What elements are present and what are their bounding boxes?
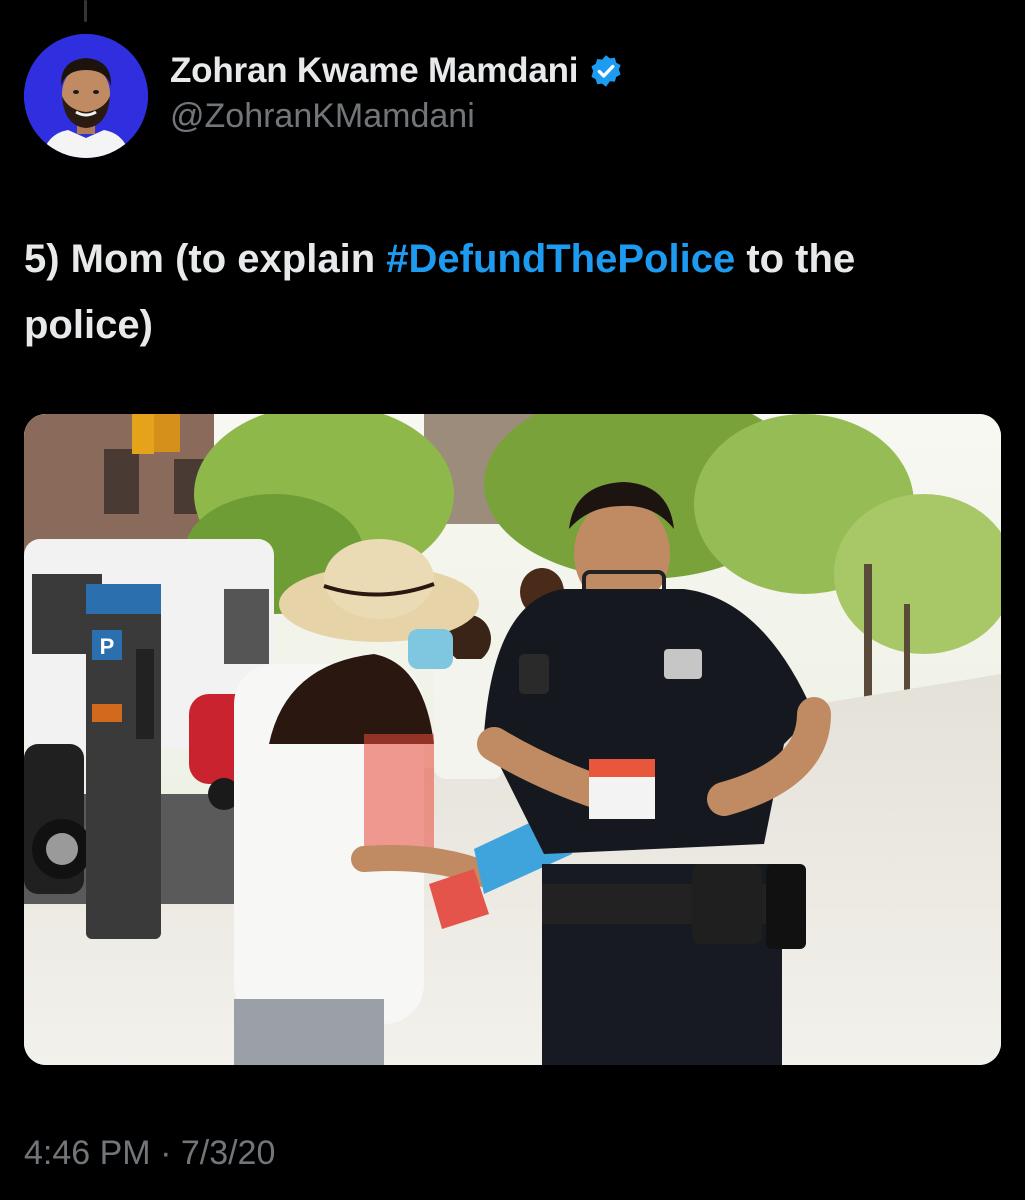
avatar[interactable] xyxy=(24,34,148,158)
hashtag-link[interactable]: #DefundThePolice xyxy=(386,237,735,281)
name-row: Zohran Kwame Mamdani xyxy=(170,51,624,91)
parking-sign-text: P xyxy=(100,634,115,659)
tweet-date: 7/3/20 xyxy=(180,1134,276,1172)
display-name[interactable]: Zohran Kwame Mamdani xyxy=(170,51,578,91)
tweet-timestamp[interactable]: 4:46 PM · 7/3/20 xyxy=(24,1134,275,1173)
tweet-text: 5) Mom (to explain #DefundThePolice to t… xyxy=(24,226,984,358)
verified-badge-icon xyxy=(588,53,624,89)
author-handle[interactable]: @ZohranKMamdani xyxy=(170,97,624,136)
author-names: Zohran Kwame Mamdani @ZohranKMamdani xyxy=(170,51,624,136)
tweet-header: Zohran Kwame Mamdani @ZohranKMamdani xyxy=(24,34,624,158)
tweet-time: 4:46 PM xyxy=(24,1134,151,1172)
tweet-text-before: 5) Mom (to explain xyxy=(24,237,387,281)
thread-connector-line xyxy=(84,0,87,22)
tweet-photo[interactable]: P xyxy=(24,414,1001,1065)
timestamp-separator: · xyxy=(150,1134,181,1172)
